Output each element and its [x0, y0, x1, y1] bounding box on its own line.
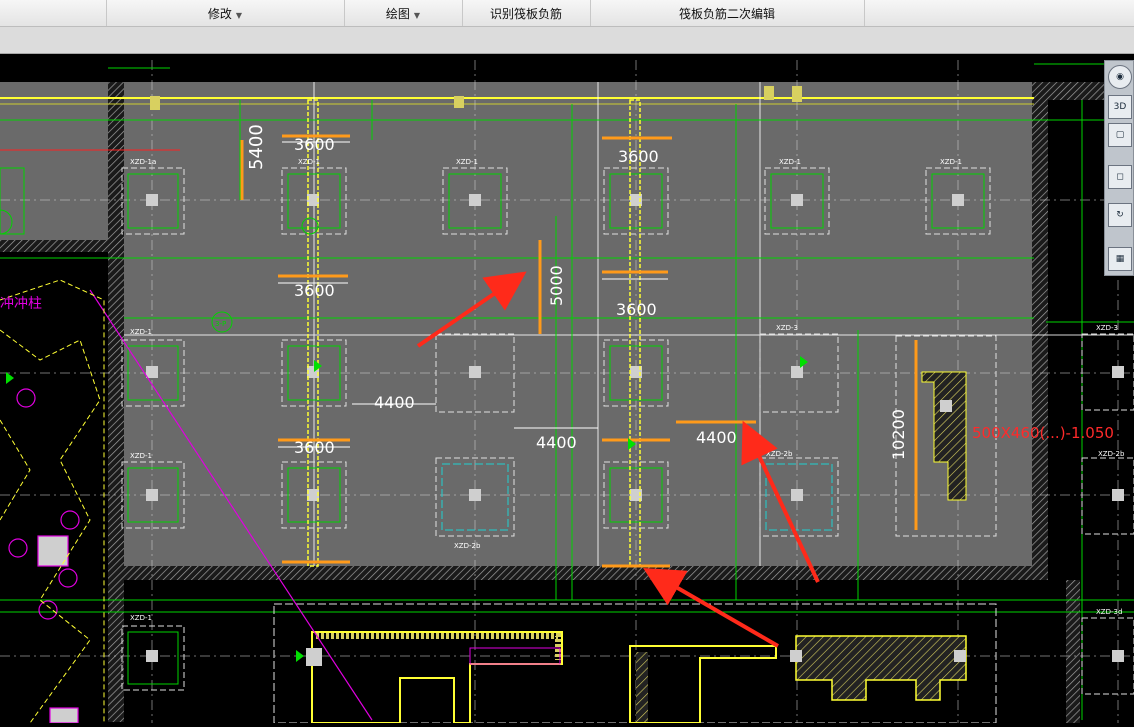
- ribbon-toolbar: 修改 ▼ 绘图 ▼ 识别筏板负筋 筏板负筋二次编辑: [0, 0, 1134, 27]
- tag-6: XZD-1: [130, 328, 152, 336]
- tag-3: XZD-1: [456, 158, 478, 166]
- tag-4: XZD-1: [779, 158, 801, 166]
- tag-8: XZD-2b: [454, 542, 481, 550]
- left-yellow-dashes: [0, 279, 105, 724]
- dim-3600-d: 3600: [616, 300, 657, 319]
- axis-bubble-label: 3-P: [215, 320, 226, 328]
- red-note: 500X460(...)-1.050: [972, 424, 1114, 442]
- ribbon-group-left: [0, 0, 107, 26]
- dim-3600-a: 3600: [294, 135, 335, 154]
- view-3d-label: 3D: [1113, 102, 1127, 112]
- tag-7: XZD-1: [130, 452, 152, 460]
- dim-3600-c: 3600: [294, 281, 335, 300]
- tag-11: XZD-3: [1096, 324, 1118, 332]
- modify-menu[interactable]: 修改 ▼: [106, 0, 345, 26]
- tag-12: XZD-1: [130, 614, 152, 622]
- dim-3600-e: 3600: [294, 438, 335, 457]
- grid-view-icon[interactable]: ▦: [1108, 247, 1132, 271]
- tag-1: XZD-1a: [130, 158, 156, 166]
- cube-iso-icon[interactable]: ◻: [1108, 165, 1132, 189]
- secondary-edit-label: 筏板负筋二次编辑: [678, 7, 775, 21]
- dim-3600-b: 3600: [618, 147, 659, 166]
- chevron-down-icon: ▼: [235, 11, 243, 20]
- recognize-label: 识别筏板负筋: [489, 7, 562, 21]
- raft-bar-secondary-edit-button[interactable]: 筏板负筋二次编辑: [590, 0, 865, 26]
- view-3d-button[interactable]: 3D: [1108, 95, 1132, 119]
- tag-9: XZD-2b: [766, 450, 793, 458]
- draw-label: 绘图: [385, 7, 410, 21]
- dim-4400-a: 4400: [374, 393, 415, 412]
- dim-4400-b: 4400: [536, 433, 577, 452]
- tag-10: XZD-3: [776, 324, 798, 332]
- dim-4400-c: 4400: [696, 428, 737, 447]
- cube-front-icon[interactable]: ▢: [1108, 123, 1132, 147]
- view-navigation-panel: ◉ 3D ▢ ◻ ↻ ▦: [1104, 60, 1134, 276]
- tag-5: XZD-1: [940, 158, 962, 166]
- cad-canvas[interactable]: 冲冲柱 3-P 5400 3600 3600 3600 5000 3600 44…: [0, 54, 1134, 724]
- recognize-raft-bar-button[interactable]: 识别筏板负筋: [462, 0, 591, 26]
- rotate-icon[interactable]: ↻: [1108, 203, 1132, 227]
- tag-2: XZD-1: [298, 158, 320, 166]
- cad-drawing: 冲冲柱 3-P 5400 3600 3600 3600 5000 3600 44…: [0, 60, 1134, 724]
- dim-10200: 10200: [889, 409, 908, 460]
- raft-slab-left: [0, 82, 124, 242]
- tag-14: XZD-3d: [1096, 608, 1122, 616]
- globe-icon[interactable]: ◉: [1108, 65, 1132, 89]
- bottom-wall-hatch: [124, 566, 1044, 580]
- draw-menu[interactable]: 绘图 ▼: [344, 0, 463, 26]
- left-mid-hatch: [0, 240, 124, 252]
- magenta-label: 冲冲柱: [0, 296, 42, 312]
- lower-walls: [273, 603, 997, 724]
- right-wall-hatch: [1032, 82, 1048, 580]
- dim-5000: 5000: [547, 265, 566, 306]
- modify-label: 修改: [207, 7, 232, 21]
- tag-13: XZD-2b: [1098, 450, 1125, 458]
- dim-5400: 5400: [246, 124, 267, 170]
- chevron-down-icon: ▼: [413, 11, 421, 20]
- tab-strip: [0, 27, 1134, 54]
- right-lower-hatch: [1066, 580, 1080, 723]
